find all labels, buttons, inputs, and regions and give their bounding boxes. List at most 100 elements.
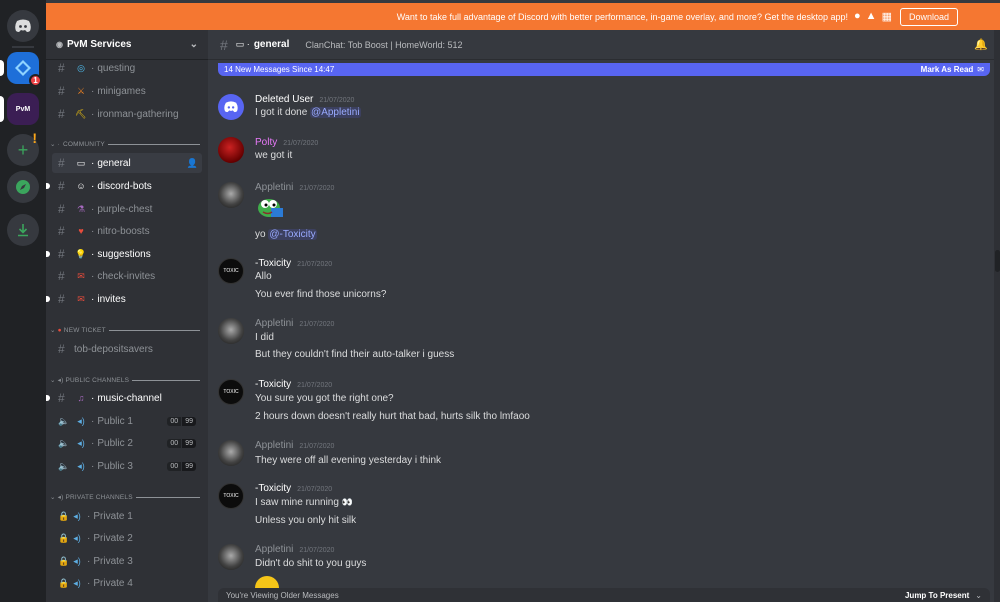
avatar[interactable] xyxy=(218,544,244,570)
message-text: yo @-Toxicity xyxy=(255,229,317,240)
hash-icon: # xyxy=(58,61,65,75)
channel-label: minigames xyxy=(97,85,146,97)
unread-indicator xyxy=(46,251,50,257)
author-name[interactable]: Polty xyxy=(255,137,277,148)
channel-emoji: ⚗ xyxy=(76,203,86,214)
message-text: we got it xyxy=(255,150,293,161)
avatar[interactable] xyxy=(218,94,244,120)
avatar[interactable]: TOXIC xyxy=(218,483,244,509)
hash-icon: # xyxy=(220,36,228,53)
avatar[interactable] xyxy=(218,137,244,163)
channel-label: check-invites xyxy=(97,270,156,282)
channel-nitro-boosts[interactable]: # ♥ · nitro-boosts xyxy=(52,221,202,241)
hash-icon: # xyxy=(58,84,65,98)
voice-channel-public-1[interactable]: 🔈 ◂) · Public 1 00 99 xyxy=(52,411,202,431)
avatar[interactable]: TOXIC xyxy=(218,379,244,405)
jump-to-present-button[interactable]: Jump To Present xyxy=(905,591,969,600)
apple-icon[interactable]: ● xyxy=(854,10,861,23)
category-community[interactable]: ⌄ · COMMUNITY xyxy=(50,140,200,148)
channel-sidebar: ◉ PvM Services ⌄ # ◎ · questing # ⚔ · minigames… xyxy=(46,30,208,602)
channel-label: general xyxy=(97,157,131,169)
author-name[interactable]: Deleted User xyxy=(255,94,313,105)
author-name[interactable]: -Toxicity xyxy=(255,379,291,390)
author-name[interactable]: Appletini xyxy=(255,544,293,555)
channel-tob-depositsavers[interactable]: # tob-depositsavers xyxy=(52,339,202,359)
channel-label: Private 2 xyxy=(93,532,133,544)
avatar[interactable]: TOXIC xyxy=(218,258,244,284)
channel-discord-bots[interactable]: # ☺ · discord-bots xyxy=(46,176,202,196)
channel-emoji-icon: ▭ · xyxy=(235,39,250,49)
add-server-icon[interactable]: + ! xyxy=(7,130,39,166)
channel-general[interactable]: # ▭ · general 👤 xyxy=(52,153,202,173)
author-name[interactable]: -Toxicity xyxy=(255,258,291,269)
hash-icon: # xyxy=(58,224,65,238)
discord-home-icon[interactable] xyxy=(7,10,39,42)
voice-channel-private-2[interactable]: 🔒 ◂) · Private 2 xyxy=(52,528,202,548)
server-header[interactable]: ◉ PvM Services ⌄ xyxy=(46,30,208,60)
author-name[interactable]: Appletini xyxy=(255,318,293,329)
voice-channel-private-3[interactable]: 🔒 ◂) · Private 3 xyxy=(52,551,202,571)
mark-as-read-button[interactable]: Mark As Read xyxy=(921,65,974,74)
hash-icon: # xyxy=(58,292,65,306)
server-icon-blue[interactable]: 1 xyxy=(0,52,42,87)
channel-minigames[interactable]: # ⚔ · minigames xyxy=(52,81,202,101)
android-icon[interactable]: ▲ xyxy=(866,10,877,23)
category-public-channels[interactable]: ⌄ ◂) PUBLIC CHANNELS xyxy=(50,376,200,384)
voice-icon: 🔈 xyxy=(58,437,70,448)
channel-ironman-gathering[interactable]: # ⛏ · ironman-gathering xyxy=(52,104,202,124)
user-mention[interactable]: @-Toxicity xyxy=(268,229,317,240)
channel-purple-chest[interactable]: # ⚗ · purple-chest xyxy=(52,199,202,219)
timestamp: 21/07/2020 xyxy=(319,97,355,104)
scrollbar-thumb[interactable] xyxy=(995,250,1000,272)
windows-icon[interactable]: ▦ xyxy=(882,10,892,23)
channel-suggestions[interactable]: # 💡 · suggestions xyxy=(46,244,202,264)
unread-indicator xyxy=(46,183,50,189)
channel-emoji: ☺ xyxy=(76,181,86,191)
author-name[interactable]: Appletini xyxy=(255,440,293,451)
bell-icon[interactable]: 🔔 xyxy=(974,38,988,51)
new-messages-bar[interactable]: 14 New Messages Since 14:47 Mark As Read… xyxy=(218,63,990,76)
voice-channel-private-1[interactable]: 🔒 ◂) · Private 1 xyxy=(52,506,202,526)
avatar[interactable] xyxy=(218,182,244,208)
message-text: But they couldn't find their auto-talker… xyxy=(255,349,455,360)
channel-invites[interactable]: # ✉ · invites xyxy=(46,289,202,309)
chevron-down-icon[interactable]: ⌄ xyxy=(190,39,198,50)
channel-label: purple-chest xyxy=(97,203,153,215)
channel-questing[interactable]: # ◎ · questing xyxy=(52,58,202,78)
download-apps-icon[interactable] xyxy=(7,214,39,246)
add-member-icon[interactable]: 👤 xyxy=(187,158,198,169)
download-button[interactable]: Download xyxy=(899,7,958,26)
category-private-channels[interactable]: ⌄ ◂) PRIVATE CHANNELS xyxy=(50,493,200,501)
speaker-icon: ◂) xyxy=(77,415,85,426)
hash-icon: # xyxy=(58,269,65,283)
older-messages-bar[interactable]: You're Viewing Older Messages Jump To Pr… xyxy=(218,588,990,602)
channel-check-invites[interactable]: # ✉ · check-invites xyxy=(52,266,202,286)
speaker-icon: ◂) xyxy=(57,494,64,501)
speaker-icon: ◂) xyxy=(73,532,81,543)
voice-channel-public-3[interactable]: 🔈 ◂) · Public 3 00 99 xyxy=(52,456,202,476)
platform-icons: ● ▲ ▦ xyxy=(854,10,892,23)
user-mention[interactable]: @Appletini xyxy=(310,107,361,118)
voice-icon: 🔈 xyxy=(58,415,70,426)
message-text: I did xyxy=(255,332,274,343)
channel-topic[interactable]: ClanChat: Tob Boost | HomeWorld: 512 xyxy=(305,40,462,50)
channel-music-channel[interactable]: # ♫ · music-channel xyxy=(46,388,202,408)
message-text: Unless you only hit silk xyxy=(255,515,357,526)
timestamp: 21/07/2020 xyxy=(297,382,333,389)
avatar[interactable] xyxy=(218,440,244,466)
timestamp: 21/07/2020 xyxy=(299,547,335,554)
explore-servers-icon[interactable] xyxy=(7,171,39,203)
scrollbar-track[interactable] xyxy=(994,30,1000,602)
category-new-ticket[interactable]: ⌄ ● NEW TICKET xyxy=(50,326,200,334)
voice-channel-private-4[interactable]: 🔒 ◂) · Private 4 xyxy=(52,573,202,593)
server-icon-pvm[interactable]: PvM xyxy=(0,93,39,125)
channel-emoji: ♥ xyxy=(78,226,84,236)
unread-indicator xyxy=(46,395,50,401)
channel-emoji: ♫ xyxy=(77,393,85,403)
author-name[interactable]: Appletini xyxy=(255,182,293,193)
channel-title: general xyxy=(253,39,290,50)
voice-channel-public-2[interactable]: 🔈 ◂) · Public 2 00 99 xyxy=(52,433,202,453)
author-name[interactable]: -Toxicity xyxy=(255,483,291,494)
avatar[interactable] xyxy=(218,318,244,344)
desktop-app-banner: Want to take full advantage of Discord w… xyxy=(46,3,1000,30)
